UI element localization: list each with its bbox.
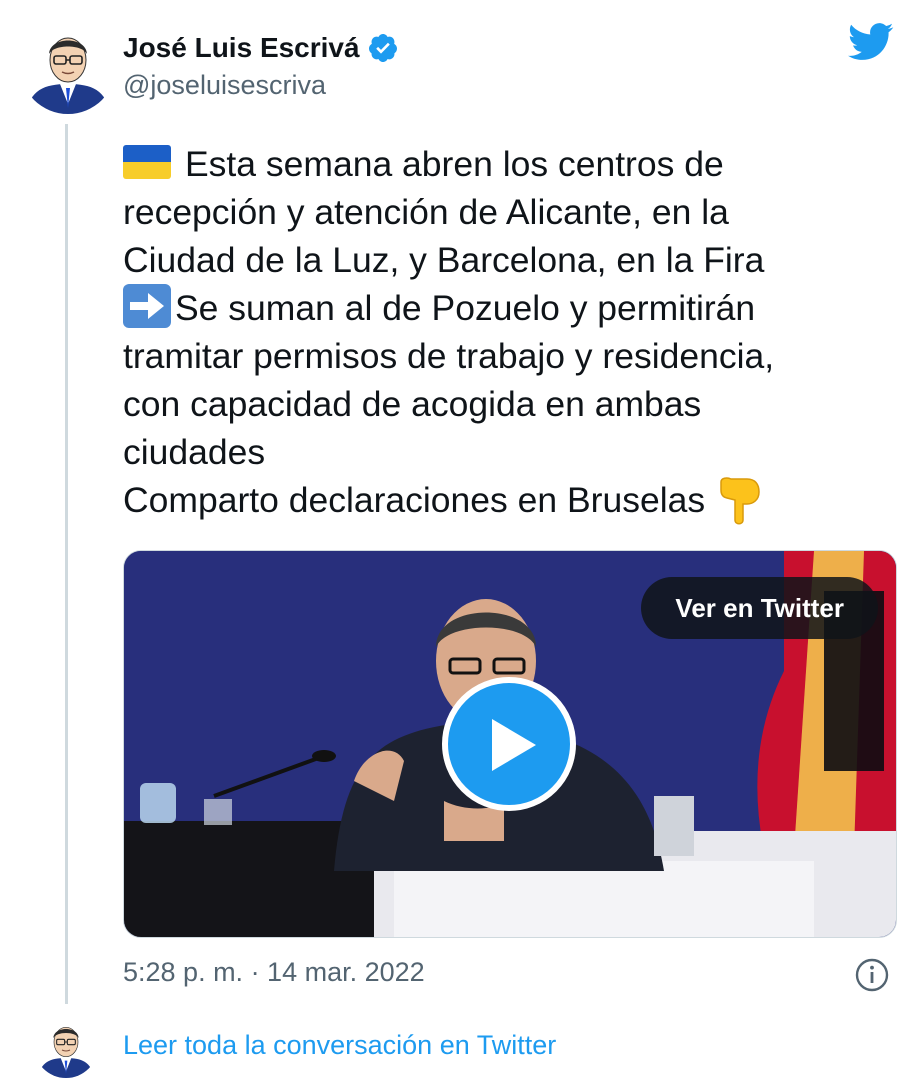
thread-line xyxy=(65,124,68,1004)
man-with-glasses-illustration-icon xyxy=(34,1014,98,1078)
tweet-line: tramitar permisos de trabajo y residenci… xyxy=(123,336,775,376)
backhand-index-pointing-down-emoji xyxy=(720,477,760,525)
author-name-row[interactable]: José Luis Escrivá xyxy=(123,30,399,66)
tweet-line-text: Esta semana abren los centros de xyxy=(185,144,724,184)
tweet-line: recepción y atención de Alicante, en la xyxy=(123,192,729,232)
right-arrow-emoji xyxy=(123,284,171,328)
author-avatar[interactable] xyxy=(20,18,116,114)
tweet-line: Se suman al de Pozuelo y permitirán xyxy=(123,284,883,332)
tweet-line: Comparto declaraciones en Bruselas xyxy=(123,476,883,526)
play-button[interactable] xyxy=(442,677,576,811)
ukraine-flag-emoji xyxy=(123,145,171,179)
reply-avatar[interactable] xyxy=(34,1014,98,1078)
author-handle[interactable]: @joseluisescriva xyxy=(123,70,326,101)
author-display-name[interactable]: José Luis Escrivá xyxy=(123,32,360,64)
man-with-glasses-illustration-icon xyxy=(20,18,116,114)
read-conversation-link[interactable]: Leer toda la conversación en Twitter xyxy=(123,1030,556,1061)
tweet-line-text: Comparto declaraciones en Bruselas xyxy=(123,480,706,520)
tweet-line-text: Se suman al de Pozuelo y permitirán xyxy=(175,288,756,328)
play-icon xyxy=(492,719,536,771)
info-icon[interactable] xyxy=(855,958,889,992)
tweet-timestamp[interactable]: 5:28 p. m. · 14 mar. 2022 xyxy=(123,957,425,988)
tweet-line: ciudades xyxy=(123,432,266,472)
verified-badge-icon xyxy=(368,34,397,62)
video-media[interactable]: Ver en Twitter xyxy=(123,550,897,938)
tweet-line: con capacidad de acogida en ambas xyxy=(123,384,702,424)
tweet-text: Esta semana abren los centros de recepci… xyxy=(123,140,883,526)
ver-en-twitter-button[interactable]: Ver en Twitter xyxy=(641,577,878,639)
tweet-line: Ciudad de la Luz, y Barcelona, en la Fir… xyxy=(123,240,765,280)
tweet-line: Esta semana abren los centros de xyxy=(123,140,883,188)
twitter-bird-icon[interactable] xyxy=(848,22,894,62)
